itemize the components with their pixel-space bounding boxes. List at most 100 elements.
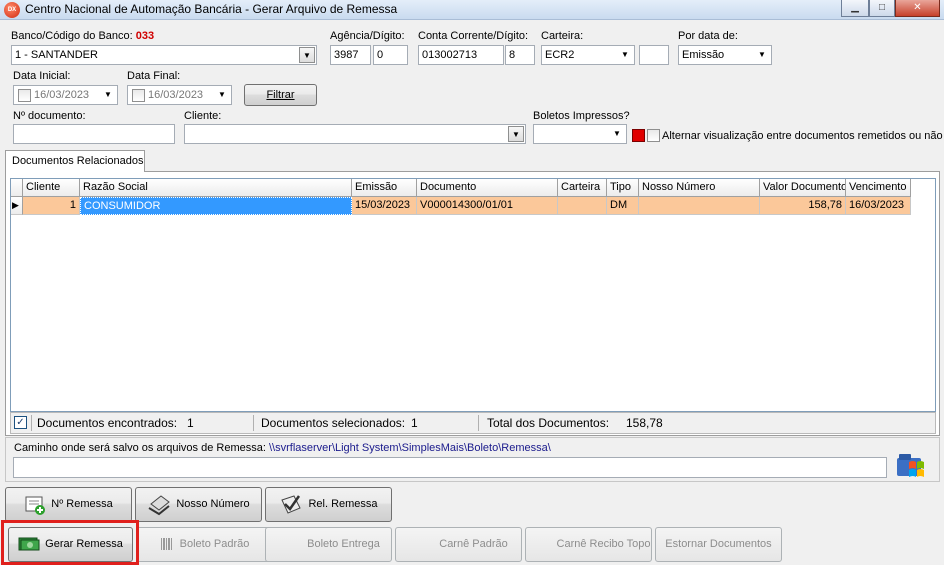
chevron-down-icon[interactable]: ▼ [214,87,230,103]
data-final-checkbox[interactable] [132,89,145,102]
report-icon [281,495,302,514]
carne-recibo-topo-button[interactable]: Carnê Recibo Topo [525,527,652,562]
conta-label: Conta Corrente/Dígito: [418,30,529,42]
status-divider [31,415,32,431]
title-bar: DX Centro Nacional de Automação Bancária… [0,0,944,20]
rel-remessa-button[interactable]: Rel. Remessa [265,487,392,522]
encontrados-label: Documentos encontrados: [37,416,178,430]
chevron-down-icon[interactable]: ▼ [299,47,315,63]
por-data-label: Por data de: [678,30,738,42]
data-final-picker[interactable]: 16/03/2023 ▼ [127,85,232,105]
cell-nosso-numero[interactable] [639,197,760,215]
chevron-down-icon[interactable]: ▼ [609,126,625,142]
printer-icon [148,495,171,516]
boleto-padrao-label: Boleto Padrão [179,538,250,550]
data-final-value: 16/03/2023 [148,89,204,101]
maximize-button[interactable]: □ [869,0,895,17]
documento-label: Nº documento: [13,110,86,122]
col-emissao[interactable]: Emissão [352,179,417,197]
boleto-padrao-button[interactable]: Boleto Padrão [136,527,272,562]
col-cliente[interactable]: Cliente [23,179,80,197]
close-button[interactable]: ✕ [895,0,940,17]
cell-documento[interactable]: V000014300/01/01 [417,197,558,215]
carne-padrao-button[interactable]: Carnê Padrão [395,527,522,562]
window-title: Centro Nacional de Automação Bancária - … [25,2,398,16]
boletos-combo[interactable]: ▼ [533,124,627,144]
chevron-down-icon[interactable]: ▼ [754,47,770,63]
col-documento[interactable]: Documento [417,179,558,197]
cell-emissao[interactable]: 15/03/2023 [352,197,417,215]
conta-digito-input[interactable]: 8 [505,45,535,65]
chevron-down-icon[interactable]: ▼ [508,126,524,142]
banco-codigo: 033 [135,30,155,42]
cell-cliente[interactable]: 1 [23,197,80,215]
documento-input[interactable] [13,124,175,144]
boleto-entrega-button[interactable]: Boleto Entrega [265,527,392,562]
cliente-label: Cliente: [184,110,222,122]
rel-remessa-label: Rel. Remessa [308,498,378,510]
select-all-checkbox[interactable]: ✓ [14,416,27,429]
carteira-extra-input[interactable] [639,45,669,65]
grid-status-bar: ✓ Documentos encontrados: 1 Documentos s… [10,412,936,434]
col-vencimento[interactable]: Vencimento [846,179,911,197]
carteira-combo[interactable]: ECR2 ▼ [541,45,635,65]
cell-valor[interactable]: 158,78 [760,197,846,215]
col-razao-social[interactable]: Razão Social [80,179,352,197]
nro-remessa-button[interactable]: Nº Remessa [5,487,132,522]
add-document-icon [25,496,46,516]
conta-input[interactable]: 013002713 [418,45,504,65]
agencia-input[interactable]: 3987 [330,45,371,65]
status-divider [478,415,479,431]
data-inicial-value: 16/03/2023 [34,89,90,101]
nosso-numero-button[interactable]: Nosso Número [135,487,262,522]
data-inicial-checkbox[interactable] [18,89,31,102]
estornar-documentos-button[interactable]: Estornar Documentos [655,527,782,562]
agencia-digito-input[interactable]: 0 [373,45,408,65]
col-tipo[interactable]: Tipo [607,179,639,197]
windows-folder-icon[interactable] [895,450,927,480]
por-data-combo[interactable]: Emissão ▼ [678,45,772,65]
filtrar-button[interactable]: Filtrar [244,84,317,106]
path-value: \\svrflaserver\Light System\SimplesMais\… [268,442,551,454]
data-inicial-picker[interactable]: 16/03/2023 ▼ [13,85,118,105]
banco-value: 1 - SANTANDER [15,49,98,61]
banco-label-text: Banco/Código do Banco: [11,30,133,42]
row-indicator-icon: ▶ [11,197,23,215]
highlight-annotation [1,520,139,565]
grid-header-indicator [11,179,23,197]
alternar-label[interactable]: Alternar visualização entre documentos r… [662,130,943,142]
remetidos-color-indicator [632,129,645,142]
documentos-grid[interactable]: Cliente Razão Social Emissão Documento C… [10,178,936,412]
barcode-icon [160,538,172,551]
col-nosso-numero[interactable]: Nosso Número [639,179,760,197]
minimize-button[interactable]: ▁ [841,0,869,17]
table-row[interactable]: ▶ 1 CONSUMIDOR 15/03/2023 V000014300/01/… [11,197,911,215]
chevron-down-icon[interactable]: ▼ [617,47,633,63]
selecionados-label: Documentos selecionados: [261,416,406,430]
total-value: 158,78 [626,416,663,430]
cell-razao-social[interactable]: CONSUMIDOR [80,197,352,215]
banco-combo[interactable]: 1 - SANTANDER ▼ [11,45,317,65]
data-final-label: Data Final: [127,70,181,82]
total-label: Total dos Documentos: [487,416,610,430]
por-data-value: Emissão [682,49,725,61]
agencia-label: Agência/Dígito: [330,30,405,42]
path-label: Caminho onde será salvo os arquivos de R… [14,442,551,454]
selecionados-value: 1 [411,416,418,430]
col-valor-documento[interactable]: Valor Documento [760,179,846,197]
tab-documentos-relacionados[interactable]: Documentos Relacionados [5,150,145,172]
col-carteira[interactable]: Carteira [558,179,607,197]
alternar-checkbox[interactable] [647,129,660,142]
path-label-text: Caminho onde será salvo os arquivos de R… [14,442,266,454]
data-inicial-label: Data Inicial: [13,70,71,82]
chevron-down-icon[interactable]: ▼ [100,87,116,103]
nosso-numero-label: Nosso Número [176,498,250,510]
cell-tipo[interactable]: DM [607,197,639,215]
status-divider [253,415,254,431]
path-input[interactable] [13,457,887,478]
cell-vencimento[interactable]: 16/03/2023 [846,197,911,215]
encontrados-value: 1 [187,416,194,430]
cell-carteira[interactable] [558,197,607,215]
nro-remessa-label: Nº Remessa [51,498,113,510]
cliente-combo[interactable]: ▼ [184,124,526,144]
